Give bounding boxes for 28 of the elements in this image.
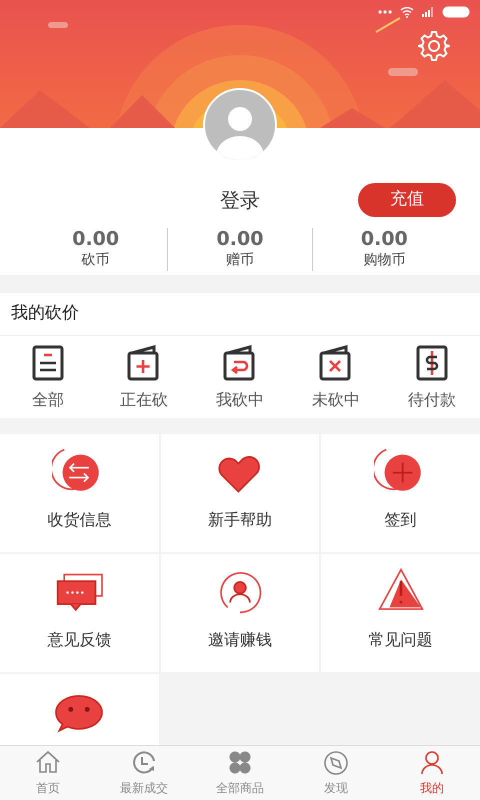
person-icon xyxy=(418,749,446,777)
order-filter-item[interactable]: 全部 xyxy=(0,344,96,412)
signal-icon xyxy=(422,7,434,17)
menu-tile[interactable]: 新手帮助 xyxy=(160,434,320,552)
compass-icon xyxy=(322,749,350,777)
balance-label: 砍币 xyxy=(82,251,110,270)
menu-tile[interactable]: 签到 xyxy=(321,434,480,552)
order-filter-item[interactable]: 待付款 xyxy=(384,344,480,412)
recharge-button[interactable]: 充值 xyxy=(358,183,456,217)
order-filter-item[interactable]: 正在砍 xyxy=(96,344,192,412)
login-link[interactable]: 登录 xyxy=(220,185,260,215)
balance-value: 0.00 xyxy=(216,228,264,250)
balance-label: 赠币 xyxy=(226,251,254,270)
tab-bar-item[interactable]: 我的 xyxy=(384,746,480,800)
order-filter-item[interactable]: 我砍中 xyxy=(192,344,288,412)
battery-icon xyxy=(442,6,470,18)
balance-value: 0.00 xyxy=(72,228,120,250)
wifi-icon xyxy=(400,6,414,18)
section-title: 我的砍价 xyxy=(0,293,480,336)
menu-tile[interactable]: 常见问题 xyxy=(321,554,480,672)
notification-dots-icon xyxy=(378,10,392,14)
menu-tile[interactable]: 邀请赚钱 xyxy=(160,554,320,672)
order-filter-item[interactable]: 未砍中 xyxy=(288,344,384,412)
balance-value: 0.00 xyxy=(360,228,408,250)
menu-tile[interactable]: 意见反馈 xyxy=(0,554,159,672)
menu-tile[interactable]: 收货信息 xyxy=(0,434,159,552)
settings-icon[interactable] xyxy=(418,30,450,62)
balance-label: 购物币 xyxy=(363,251,406,270)
